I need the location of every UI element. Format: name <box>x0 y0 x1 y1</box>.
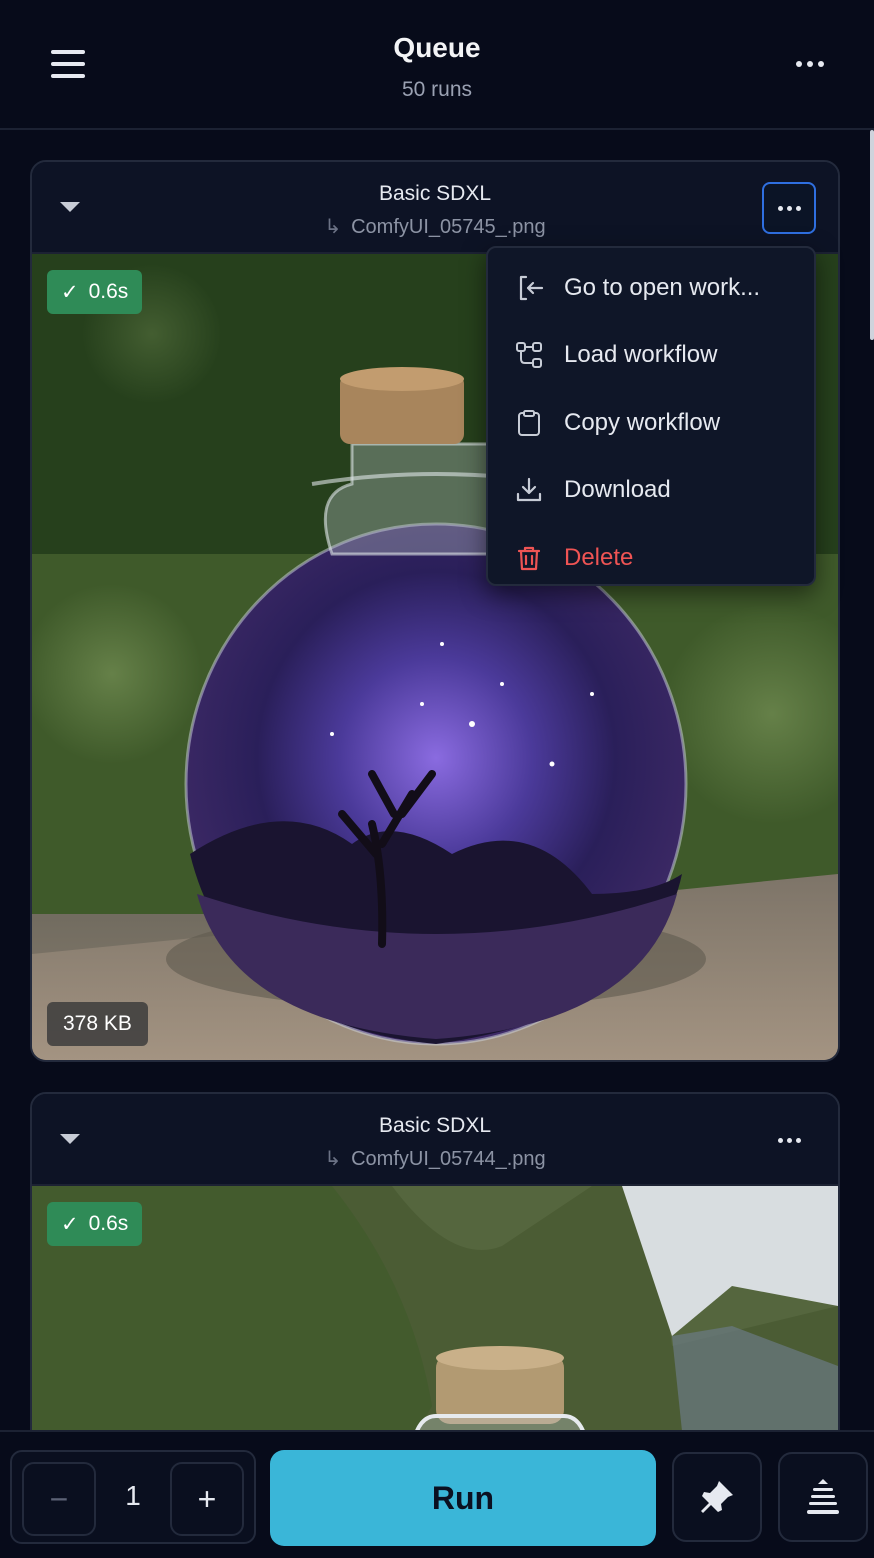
menu-item-label: Copy workflow <box>564 408 721 436</box>
queue-stack-icon <box>807 1479 839 1514</box>
check-icon: ✓ <box>61 280 79 304</box>
menu-item-label: Load workflow <box>564 341 718 369</box>
workflow-name: Basic SDXL <box>378 1114 492 1137</box>
run-options-menu: Go to open work... Load workflow Copy wo… <box>486 246 816 586</box>
subdirectory-arrow-icon: ↳ <box>324 216 342 238</box>
run-count: 50 runs <box>401 78 473 101</box>
menu-item-download[interactable]: Download <box>488 457 814 525</box>
duration-badge: ✓ 0.6s <box>47 1202 143 1246</box>
trash-icon <box>517 546 541 570</box>
batch-count-stepper: − 1 + <box>10 1450 256 1544</box>
more-options-icon[interactable] <box>786 48 834 80</box>
decrement-button[interactable]: − <box>22 1462 96 1536</box>
menu-item-delete[interactable]: Delete <box>488 524 814 592</box>
bottom-toolbar: − 1 + Run <box>0 1430 874 1558</box>
queue-screen: Queue 50 runs Basic SDXL ↳ ComfyUI_05745_… <box>0 0 874 1558</box>
scrollbar[interactable] <box>870 130 874 340</box>
file-size-badge: 378 KB <box>47 1002 148 1046</box>
menu-item-copy-workflow[interactable]: Copy workflow <box>488 389 814 457</box>
run-card-header: Basic SDXL ↳ ComfyUI_05744_.png <box>32 1094 838 1186</box>
run-options-button[interactable] <box>762 182 816 234</box>
menu-item-label: Go to open work... <box>564 273 761 301</box>
output-filename: ↳ ComfyUI_05745_.png <box>32 214 838 239</box>
download-icon <box>516 478 542 502</box>
run-button[interactable]: Run <box>270 1450 656 1546</box>
output-filename: ↳ ComfyUI_05744_.png <box>32 1146 838 1171</box>
load-workflow-icon <box>516 342 542 369</box>
filename-text: ComfyUI_05745_.png <box>351 216 546 238</box>
subdirectory-arrow-icon: ↳ <box>324 1148 342 1170</box>
clipboard-icon <box>518 409 540 436</box>
menu-item-label: Delete <box>564 543 634 571</box>
pin-icon <box>701 1481 733 1513</box>
menu-item-load-workflow[interactable]: Load workflow <box>488 322 814 390</box>
check-icon: ✓ <box>61 1212 79 1236</box>
header: Queue 50 runs <box>0 0 874 130</box>
run-card-header: Basic SDXL ↳ ComfyUI_05745_.png <box>32 162 838 254</box>
run-options-button[interactable] <box>762 1114 816 1166</box>
workflow-name: Basic SDXL <box>378 182 492 205</box>
increment-button[interactable]: + <box>170 1462 244 1536</box>
batch-count-value[interactable]: 1 <box>96 1480 170 1512</box>
page-title: Queue <box>393 32 481 63</box>
filename-text: ComfyUI_05744_.png <box>351 1148 546 1170</box>
menu-item-label: Download <box>564 476 671 504</box>
queue-button[interactable] <box>778 1452 868 1542</box>
menu-item-go-to-open-workflow[interactable]: Go to open work... <box>488 254 814 322</box>
duration-text: 0.6s <box>88 1212 129 1235</box>
pin-button[interactable] <box>672 1452 762 1542</box>
go-to-open-icon <box>519 275 544 300</box>
duration-text: 0.6s <box>88 280 129 303</box>
duration-badge: ✓ 0.6s <box>47 270 143 314</box>
